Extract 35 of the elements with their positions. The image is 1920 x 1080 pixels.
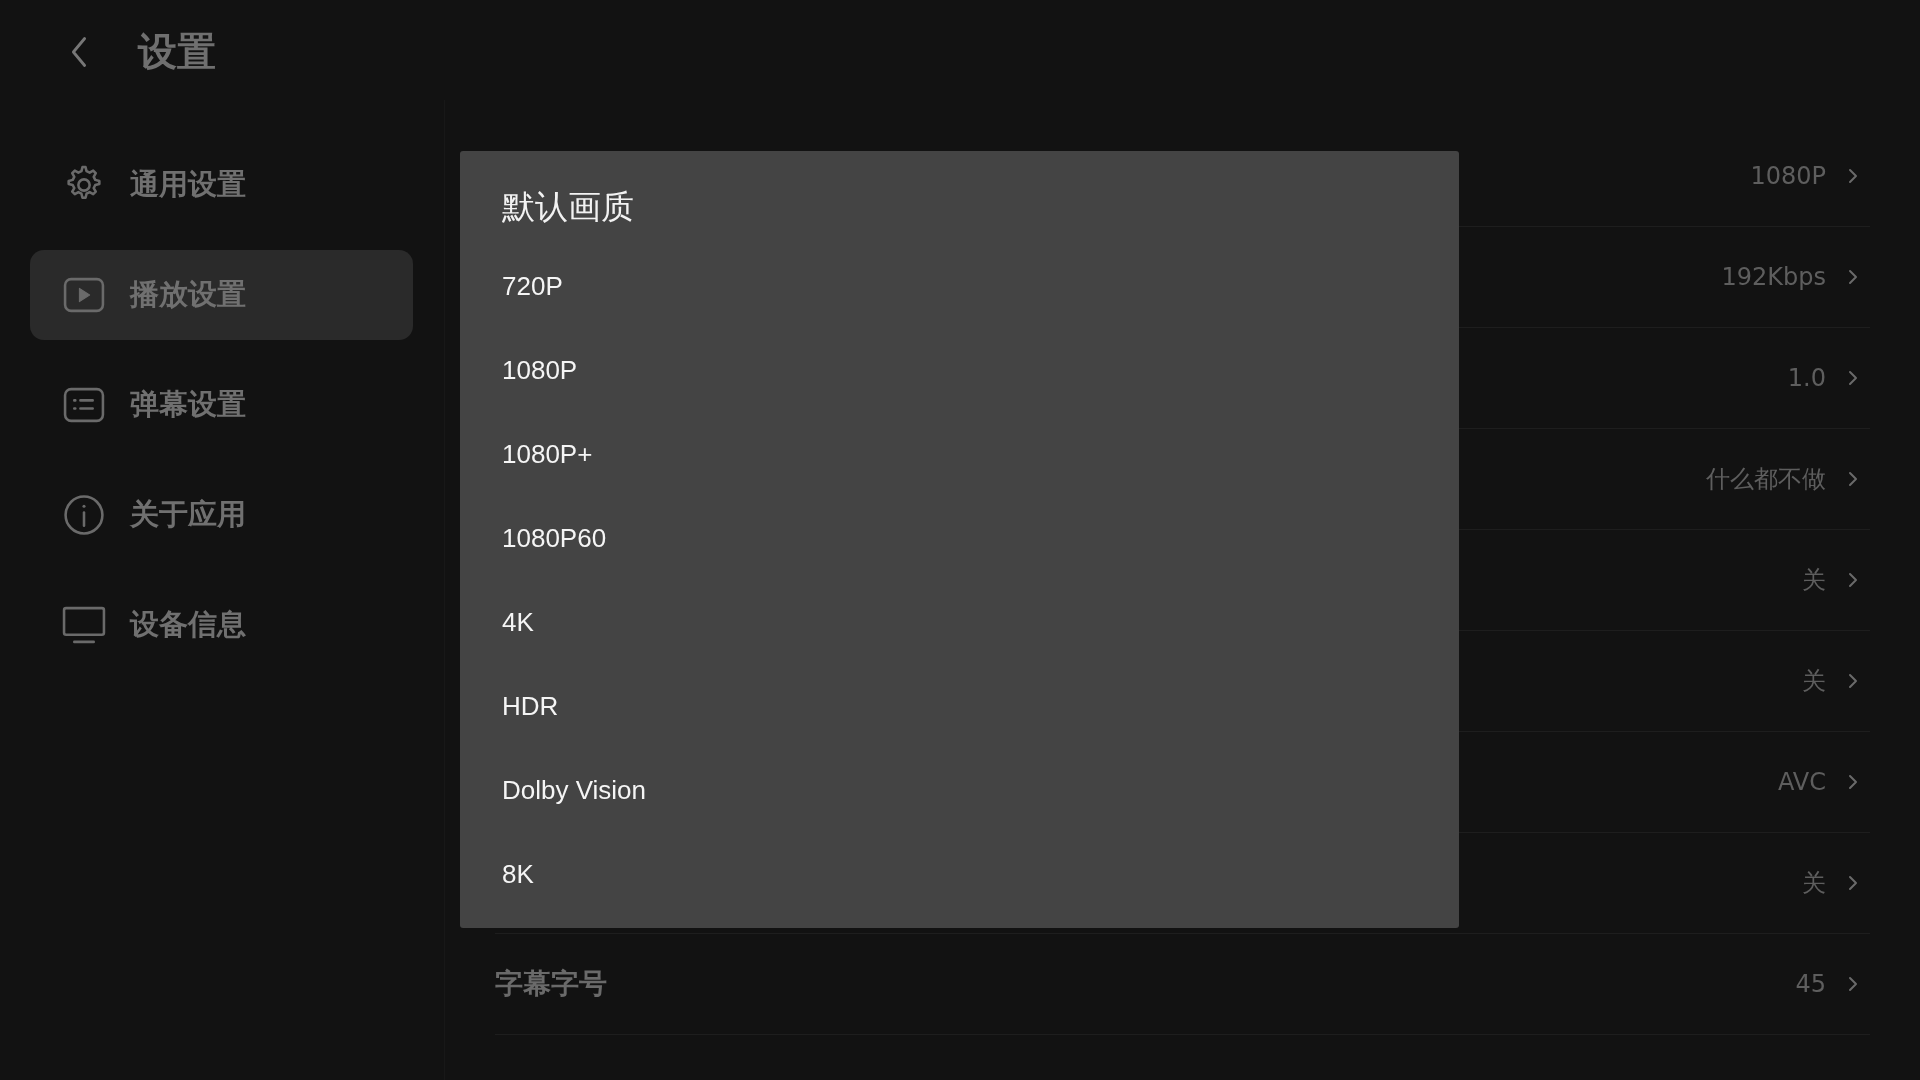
- setting-label: 字幕字号: [495, 966, 608, 1002]
- setting-value[interactable]: 关: [1802, 564, 1826, 596]
- setting-value[interactable]: 关: [1802, 867, 1826, 899]
- setting-value[interactable]: 1080P: [1750, 162, 1826, 190]
- page-title: 设置: [138, 28, 216, 76]
- chevron-right-icon: [1848, 976, 1858, 992]
- sidebar-item[interactable]: 关于应用: [30, 470, 413, 560]
- setting-value[interactable]: 45: [1795, 970, 1826, 998]
- quality-option[interactable]: 4K: [502, 580, 1417, 664]
- chevron-right-icon: [1848, 168, 1858, 184]
- chevron-right-icon: [1848, 774, 1858, 790]
- quality-option[interactable]: 1080P+: [502, 412, 1417, 496]
- chevron-right-icon: [1848, 673, 1858, 689]
- setting-value[interactable]: AVC: [1777, 768, 1826, 796]
- quality-option[interactable]: 8K: [502, 832, 1417, 916]
- sidebar-item[interactable]: 设备信息: [30, 580, 413, 670]
- setting-value[interactable]: 什么都不做: [1706, 463, 1826, 495]
- sidebar-item[interactable]: 播放设置: [30, 250, 413, 340]
- sidebar-item[interactable]: 通用设置: [30, 140, 413, 230]
- chevron-right-icon: [1848, 471, 1858, 487]
- quality-option[interactable]: Dolby Vision: [502, 748, 1417, 832]
- chevron-right-icon: [1848, 572, 1858, 588]
- chevron-right-icon: [1848, 875, 1858, 891]
- setting-value[interactable]: 关: [1802, 665, 1826, 697]
- quality-option[interactable]: 1080P: [502, 328, 1417, 412]
- chevron-right-icon: [1848, 269, 1858, 285]
- quality-option[interactable]: 720P: [502, 244, 1417, 328]
- quality-option[interactable]: 1080P60: [502, 496, 1417, 580]
- info-icon: [62, 493, 106, 537]
- sidebar-item[interactable]: 弹幕设置: [30, 360, 413, 450]
- setting-value[interactable]: 1.0: [1787, 364, 1826, 392]
- chevron-right-icon: [1848, 370, 1858, 386]
- dialog-title: 默认画质: [502, 186, 635, 228]
- quality-option[interactable]: HDR: [502, 664, 1417, 748]
- setting-value[interactable]: 192Kbps: [1721, 263, 1826, 291]
